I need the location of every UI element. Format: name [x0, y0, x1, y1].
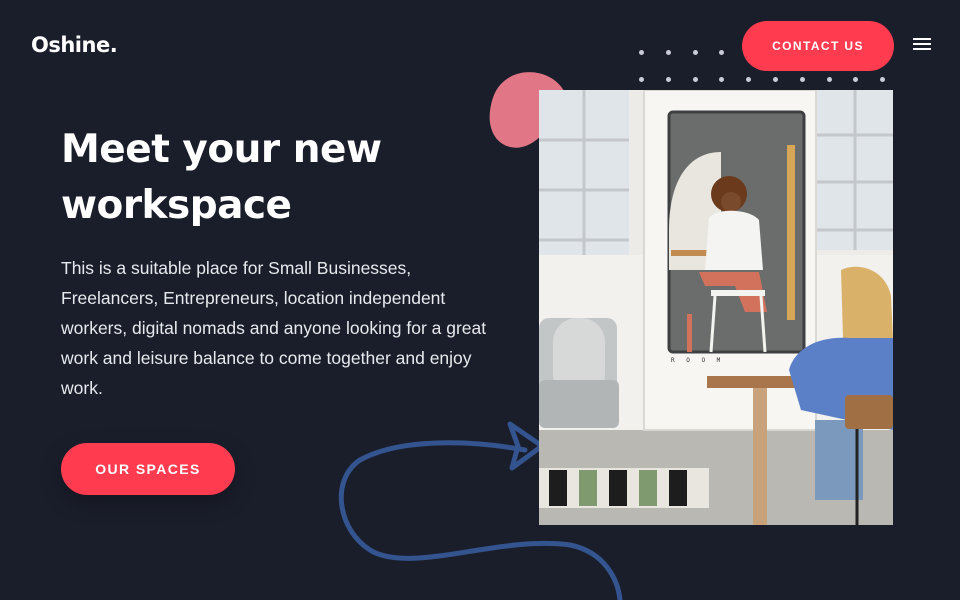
- hamburger-menu-icon[interactable]: [913, 38, 931, 52]
- logo[interactable]: Oshine.: [31, 33, 118, 57]
- svg-text:R O O M: R O O M: [671, 357, 724, 364]
- hero-description: This is a suitable place for Small Busin…: [61, 258, 487, 398]
- workspace-photo: R O O M: [539, 90, 893, 525]
- contact-us-button[interactable]: CONTACT US: [742, 21, 894, 71]
- hero-title: Meet your new workspace: [61, 127, 382, 228]
- our-spaces-button[interactable]: OUR SPACES: [61, 443, 235, 495]
